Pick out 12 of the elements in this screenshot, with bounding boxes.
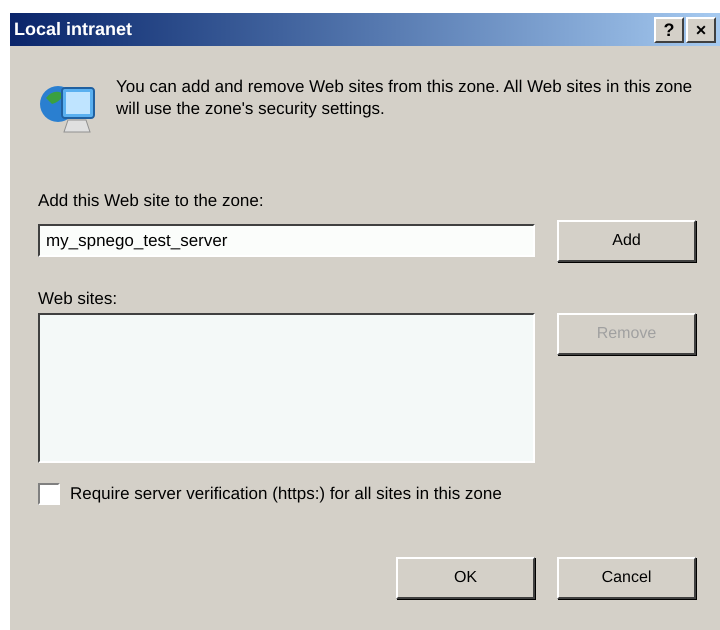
ok-button[interactable]: OK — [396, 556, 535, 598]
field-label: Add this Web site to the zone: — [38, 190, 264, 212]
help-button[interactable]: ? — [654, 16, 684, 42]
window-title: Local intranet — [14, 18, 132, 41]
description-text: You can add and remove Web sites from this zone. All Web sites in this zone will use the zone's security settings. — [116, 76, 694, 120]
list-label: Web sites: — [38, 288, 118, 310]
checkbox-label: Require server verification (https:) for all sites in this zone — [70, 483, 502, 505]
cancel-button[interactable]: Cancel — [557, 556, 696, 598]
checkbox[interactable] — [38, 482, 60, 505]
add-button[interactable]: Add — [557, 220, 696, 262]
website-input-field[interactable]: my_spnego_test_server — [38, 224, 535, 257]
close-button[interactable]: × — [686, 16, 716, 42]
